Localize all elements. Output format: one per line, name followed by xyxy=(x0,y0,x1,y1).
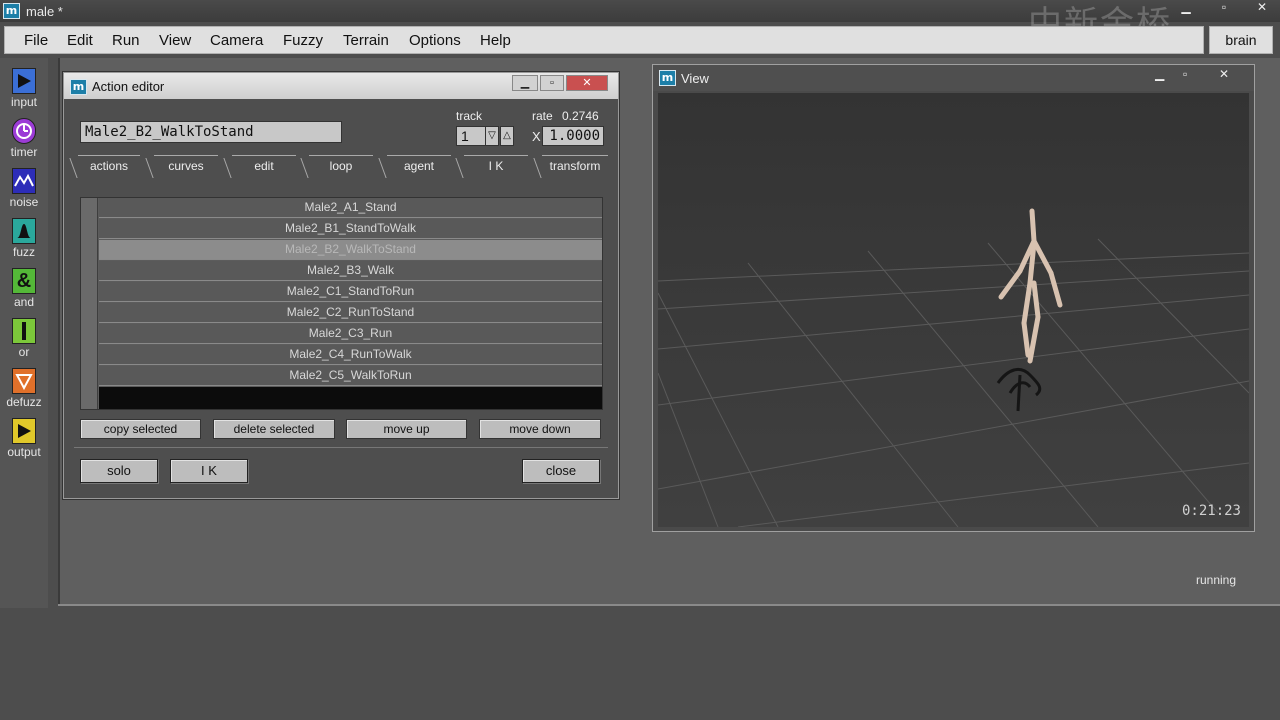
menu-camera[interactable]: Camera xyxy=(210,32,263,49)
view-title: View xyxy=(681,71,709,86)
action-list-item[interactable]: Male2_C1_StandToRun xyxy=(99,282,602,302)
palette-and[interactable]: & and xyxy=(6,268,42,309)
action-list-empty-area xyxy=(99,387,602,409)
app-titlebar: m male * 中新金桥 ▁ ▫ ✕ xyxy=(0,0,1280,44)
palette-fuzz[interactable]: fuzz xyxy=(6,218,42,259)
tab-actions[interactable]: actions xyxy=(78,155,140,176)
bell-icon xyxy=(12,218,36,244)
palette-input[interactable]: input xyxy=(6,68,42,109)
maximize-icon[interactable]: ▫ xyxy=(540,75,564,91)
menu-help[interactable]: Help xyxy=(480,32,511,49)
view-titlebar[interactable]: m View ▁ ▫ ✕ xyxy=(653,65,1254,91)
menu-file[interactable]: File xyxy=(24,32,48,49)
play-icon xyxy=(12,68,36,94)
node-palette: input timer noise fuzz & and or defuzz o… xyxy=(0,58,48,608)
copy-selected-button[interactable]: copy selected xyxy=(80,419,201,439)
tab-loop[interactable]: loop xyxy=(309,155,373,176)
move-down-button[interactable]: move down xyxy=(479,419,601,439)
character-shadow xyxy=(996,367,1042,412)
palette-timer[interactable]: timer xyxy=(6,118,42,159)
palette-or[interactable]: or xyxy=(6,318,42,359)
status-separator xyxy=(58,594,1280,606)
status-text: running xyxy=(1196,573,1237,587)
tab-curves[interactable]: curves xyxy=(154,155,218,176)
menu-options[interactable]: Options xyxy=(409,32,461,49)
track-up-icon[interactable]: △ xyxy=(500,126,514,146)
maximize-icon[interactable]: ▫ xyxy=(1183,67,1187,81)
palette-noise[interactable]: noise xyxy=(6,168,42,209)
menu-view[interactable]: View xyxy=(159,32,191,49)
tab-agent[interactable]: agent xyxy=(387,155,451,176)
action-list-scrollbar[interactable] xyxy=(81,198,98,409)
minimize-icon[interactable]: ▁ xyxy=(1155,67,1164,81)
tab-transform[interactable]: transform xyxy=(542,155,608,176)
close-icon[interactable]: ✕ xyxy=(1219,67,1229,81)
3d-viewport[interactable]: 0:21:23 xyxy=(658,93,1249,527)
view-window: m View ▁ ▫ ✕ 0:21:23 xyxy=(652,64,1255,532)
minimize-icon[interactable]: ▁ xyxy=(1176,0,1196,14)
app-window-controls: ▁ ▫ ✕ xyxy=(1176,0,1272,14)
rate-label: rate xyxy=(532,109,553,123)
action-editor-title: Action editor xyxy=(92,79,165,94)
action-list: Male2_A1_Stand Male2_B1_StandToWalk Male2_… xyxy=(80,197,603,410)
move-up-button[interactable]: move up xyxy=(346,419,467,439)
track-input[interactable]: 1 xyxy=(456,126,486,146)
action-list-item[interactable]: Male2_C2_RunToStand xyxy=(99,303,602,323)
action-list-item[interactable]: Male2_C5_WalkToRun xyxy=(99,366,602,386)
action-list-item[interactable]: Male2_A1_Stand xyxy=(99,198,602,218)
action-list-item[interactable]: Male2_C3_Run xyxy=(99,324,602,344)
tab-ik[interactable]: I K xyxy=(464,155,528,176)
clock-icon xyxy=(12,118,36,144)
view-logo-icon: m xyxy=(659,70,676,86)
menu-bar: File Edit Run View Camera Fuzzy Terrain … xyxy=(4,26,1204,54)
app-logo-icon: m xyxy=(3,3,20,19)
ik-button[interactable]: I K xyxy=(170,459,248,483)
delete-selected-button[interactable]: delete selected xyxy=(213,419,335,439)
ground-grid xyxy=(658,208,1249,527)
ampersand-icon: & xyxy=(12,268,36,294)
editor-separator xyxy=(74,447,608,448)
editor-tabs: actions curves edit loop agent I K trans… xyxy=(72,155,612,177)
app-title: male * xyxy=(26,4,63,19)
action-list-item[interactable]: Male2_B3_Walk xyxy=(99,261,602,281)
close-icon[interactable]: ✕ xyxy=(1252,0,1272,14)
action-name-field[interactable]: Male2_B2_WalkToStand xyxy=(80,121,342,143)
maximize-icon[interactable]: ▫ xyxy=(1214,0,1234,14)
palette-defuzz[interactable]: defuzz xyxy=(6,368,42,409)
play-icon xyxy=(12,418,36,444)
menu-fuzzy[interactable]: Fuzzy xyxy=(283,32,323,49)
menu-edit[interactable]: Edit xyxy=(67,32,93,49)
timecode: 0:21:23 xyxy=(1181,503,1241,519)
action-editor-titlebar[interactable]: m Action editor ▁ ▫ ✕ xyxy=(64,73,618,99)
rate-value: 0.2746 xyxy=(562,109,599,123)
triangle-down-icon xyxy=(12,368,36,394)
bar-icon xyxy=(12,318,36,344)
action-list-item[interactable]: Male2_B2_WalkToStand xyxy=(99,240,602,260)
action-list-item[interactable]: Male2_C4_RunToWalk xyxy=(99,345,602,365)
editor-logo-icon: m xyxy=(70,79,87,95)
close-icon[interactable]: ✕ xyxy=(566,75,608,91)
action-list-item[interactable]: Male2_B1_StandToWalk xyxy=(99,219,602,239)
track-down-icon[interactable]: ▽ xyxy=(485,126,499,146)
tab-edit[interactable]: edit xyxy=(232,155,296,176)
palette-output[interactable]: output xyxy=(6,418,42,459)
menu-run[interactable]: Run xyxy=(112,32,140,49)
close-button[interactable]: close xyxy=(522,459,600,483)
action-editor-window: m Action editor ▁ ▫ ✕ Male2_B2_WalkToSta… xyxy=(63,72,619,499)
rate-multiplier-label: X xyxy=(532,129,541,144)
rate-multiplier-input[interactable]: 1.0000 xyxy=(542,126,604,146)
track-label: track xyxy=(456,109,483,123)
brain-button[interactable]: brain xyxy=(1209,26,1273,54)
wave-icon xyxy=(12,168,36,194)
menu-terrain[interactable]: Terrain xyxy=(343,32,389,49)
minimize-icon[interactable]: ▁ xyxy=(512,75,538,91)
solo-button[interactable]: solo xyxy=(80,459,158,483)
character-figure xyxy=(998,208,1063,364)
